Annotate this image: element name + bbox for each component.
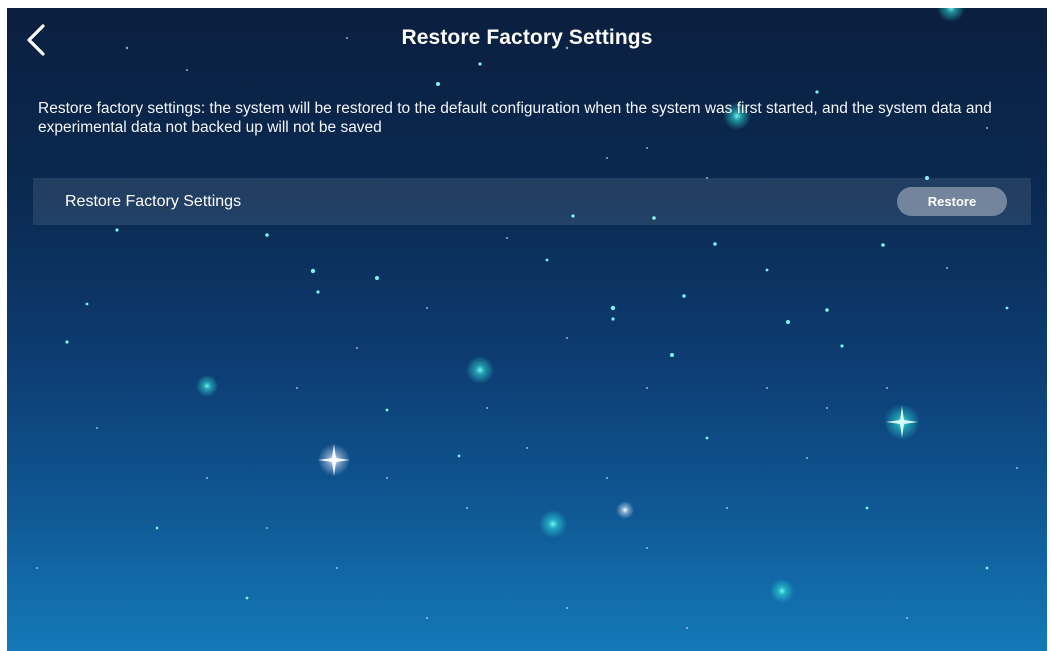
restore-button[interactable]: Restore [897,187,1007,216]
screen: Restore Factory Settings Restore factory… [7,8,1047,651]
restore-factory-settings-row: Restore Factory Settings Restore [33,178,1031,225]
setting-label: Restore Factory Settings [65,193,242,210]
description-text: Restore factory settings: the system wil… [38,100,992,136]
page-title: Restore Factory Settings [401,26,653,49]
